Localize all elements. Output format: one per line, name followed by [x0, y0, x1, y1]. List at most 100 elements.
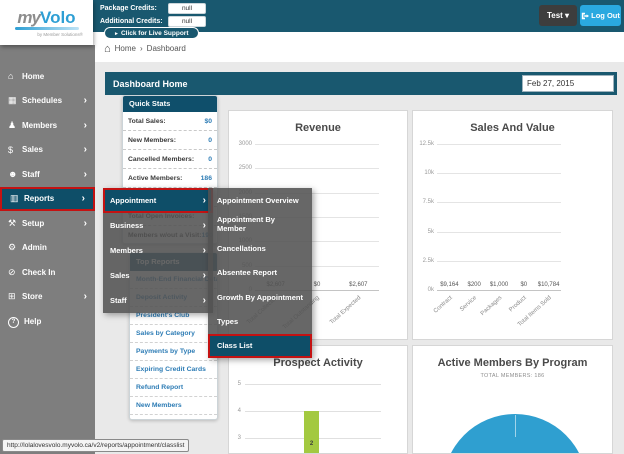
x-axis-label-text: Contract	[433, 295, 454, 315]
sidebar-item-help[interactable]: ? Help	[0, 309, 95, 334]
sales-value-chart-title: Sales And Value	[413, 122, 612, 134]
sidebar-item-label: Sales	[22, 145, 84, 154]
breadcrumb-home-link[interactable]: Home	[115, 44, 136, 53]
sidebar-item-store[interactable]: ⊞ Store ›	[0, 285, 95, 310]
sidebar-item-schedules[interactable]: ▦ Schedules ›	[0, 89, 95, 114]
logo[interactable]: myVolo by Member Solutions®	[0, 0, 93, 45]
breadcrumb-separator: ›	[140, 44, 143, 53]
quick-stat-value: 186	[201, 175, 212, 182]
sidebar-item-home[interactable]: ⌂ Home	[0, 64, 95, 89]
home-icon: ⌂	[104, 45, 111, 53]
sidebar-item-reports[interactable]: ▥ Reports ›	[0, 187, 95, 212]
sidebar-item-label: Schedules	[22, 96, 84, 105]
sidebar-item-label: Staff	[22, 170, 84, 179]
y-tick-label: 10k	[424, 170, 434, 176]
quick-stat-label: Active Members:	[128, 175, 182, 182]
gridline: 3000	[255, 144, 379, 145]
home-icon: ⌂	[8, 71, 22, 81]
reports-menu-item-appointment[interactable]: Appointment ›	[103, 188, 213, 213]
sidebar-item-label: Help	[24, 317, 87, 326]
bar-value-label: $10,784	[538, 282, 560, 288]
y-tick-label: 4	[238, 408, 241, 414]
logo-text: myVolo	[17, 9, 75, 26]
logo-tagline: by Member Solutions®	[37, 32, 83, 37]
x-axis-label-text: Total Expected	[329, 295, 362, 326]
menu-item-label: Growth By Appointment	[217, 293, 303, 302]
sidebar-item-sales[interactable]: $ Sales ›	[0, 138, 95, 163]
wrench-icon: ⚒	[8, 218, 22, 229]
gridline: 2500	[255, 168, 379, 169]
y-tick-label: 0k	[428, 287, 434, 293]
sidebar-item-label: Check In	[22, 268, 87, 277]
additional-credits-label: Additional Credits:	[100, 18, 168, 25]
sidebar-item-check-in[interactable]: ⊘ Check In	[0, 260, 95, 285]
quick-stat-row: Total Sales: $0	[123, 112, 217, 131]
app-window: ⌂ Home › Dashboard Dashboard Home Revenu…	[0, 0, 624, 454]
sidebar-item-setup[interactable]: ⚒ Setup ›	[0, 211, 95, 236]
sidebar-item-label: Setup	[22, 219, 84, 228]
sidebar-item-staff[interactable]: ☻ Staff ›	[0, 162, 95, 187]
bar-value-label: $0	[314, 282, 321, 288]
quick-stat-row: Active Members: 186	[123, 169, 217, 188]
y-tick-label: 2.5k	[423, 258, 434, 264]
appointment-menu-item-appointment-by-member[interactable]: Appointment By Member	[208, 212, 312, 236]
appointment-menu-item-growth-by-appointment[interactable]: Growth By Appointment	[208, 285, 312, 309]
sidebar-item-admin[interactable]: ⚙ Admin	[0, 236, 95, 261]
reports-flyout-menu: Appointment › Business › Members › Sales…	[103, 188, 213, 313]
top-report-link[interactable]: Expiring Credit Cards	[130, 361, 217, 379]
chevron-right-icon: ›	[84, 120, 87, 131]
sidebar: ⌂ Home ▦ Schedules › ♟ Members › $ Sales…	[0, 45, 95, 454]
x-axis-label-text: Product	[508, 295, 527, 313]
reports-menu-item-members[interactable]: Members ›	[103, 238, 213, 263]
appointment-menu-item-types[interactable]: Types	[208, 309, 312, 333]
reports-menu-item-staff[interactable]: Staff ›	[103, 288, 213, 313]
chart-icon: ▥	[10, 193, 24, 204]
sidebar-item-members[interactable]: ♟ Members ›	[0, 113, 95, 138]
sidebar-item-label: Reports	[24, 194, 82, 203]
menu-item-label: Staff	[110, 296, 203, 305]
top-header-bar	[0, 0, 624, 32]
prospect-bar: 2	[304, 411, 319, 454]
top-report-link[interactable]: New Members	[130, 397, 217, 415]
user-menu-button[interactable]: Test ▾	[539, 5, 577, 26]
logo-swoosh	[15, 27, 79, 30]
menu-item-label: Members	[110, 246, 203, 255]
gridline: 10k	[437, 173, 561, 174]
appointment-menu-item-class-list[interactable]: Class List	[208, 334, 312, 358]
additional-credits-input[interactable]	[168, 16, 206, 27]
menu-item-label: Cancellations	[217, 244, 303, 253]
menu-item-label: Appointment By Member	[217, 215, 303, 233]
active-members-subtitle: TOTAL MEMBERS: 186	[413, 373, 612, 379]
quick-stat-label: New Members:	[128, 137, 176, 144]
package-credits-input[interactable]	[168, 3, 206, 14]
gridline: 0k	[437, 290, 561, 291]
live-support-button[interactable]: ►Click for Live Support	[104, 27, 199, 39]
status-url-tooltip: http://lolalovesvolo.myvolo.ca/v2/report…	[2, 439, 189, 452]
calendar-icon: ▦	[8, 95, 22, 106]
date-input[interactable]	[522, 75, 614, 92]
play-icon: ►	[114, 31, 119, 37]
menu-item-label: Types	[217, 317, 303, 326]
top-report-link[interactable]: Refund Report	[130, 379, 217, 397]
menu-item-label: Absentee Report	[217, 268, 303, 277]
appointment-menu-item-appointment-overview[interactable]: Appointment Overview	[208, 188, 312, 212]
quick-stat-value: 0	[208, 156, 212, 163]
reports-menu-item-business[interactable]: Business ›	[103, 213, 213, 238]
quick-stat-row: New Members: 0	[123, 131, 217, 150]
bar-value-label: $9,164	[440, 282, 458, 288]
chevron-right-icon: ›	[84, 144, 87, 155]
logout-button[interactable]: Log Out	[580, 5, 621, 26]
top-report-link[interactable]: Sales by Category	[130, 325, 217, 343]
sidebar-item-label: Admin	[22, 243, 87, 252]
quick-stat-value: $0	[204, 118, 212, 125]
top-report-link[interactable]: Payments by Type	[130, 343, 217, 361]
reports-menu-item-sales[interactable]: Sales ›	[103, 263, 213, 288]
pie-slice-divider	[515, 415, 516, 437]
gear-icon: ⚙	[8, 242, 22, 253]
appointment-menu-item-cancellations[interactable]: Cancellations	[208, 237, 312, 261]
chevron-right-icon: ›	[203, 220, 206, 231]
menu-item-label: Sales	[110, 271, 203, 280]
appointment-menu-item-absentee-report[interactable]: Absentee Report	[208, 261, 312, 285]
chevron-right-icon: ›	[203, 270, 206, 281]
quick-stats-header: Quick Stats	[123, 96, 217, 112]
